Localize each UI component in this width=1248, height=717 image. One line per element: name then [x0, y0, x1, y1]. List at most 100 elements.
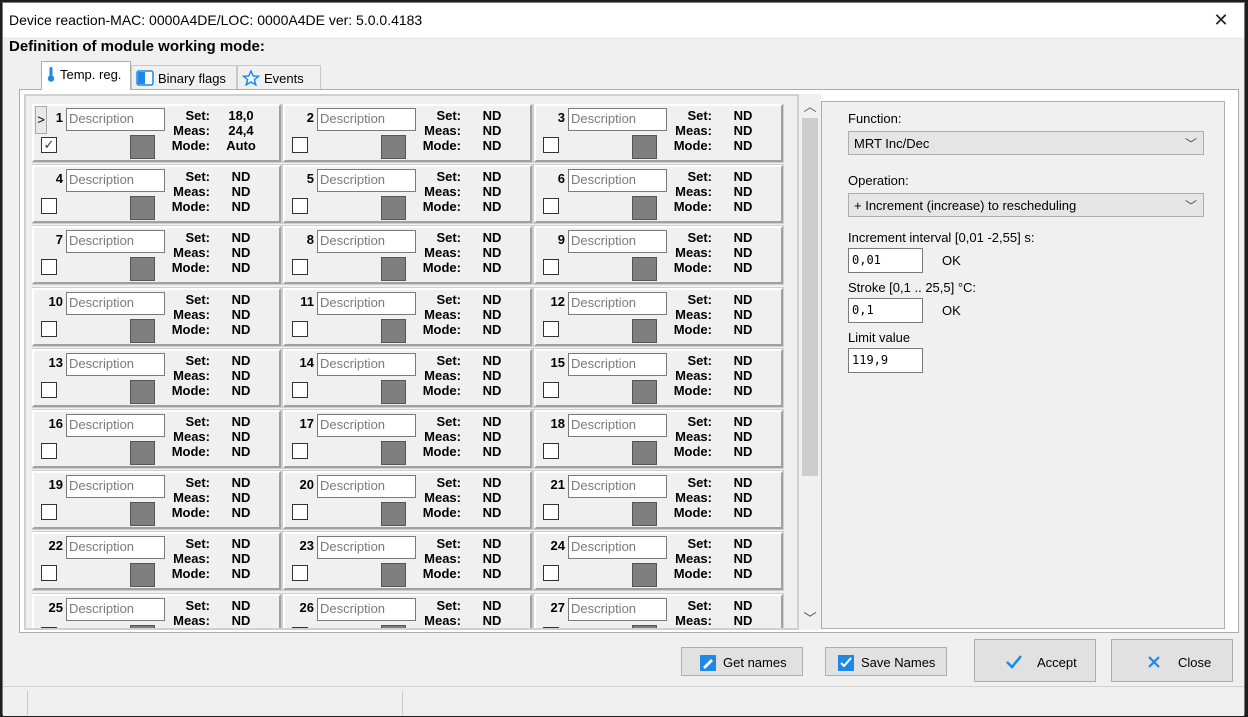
scroll-thumb[interactable]	[802, 118, 818, 476]
description-input[interactable]: Description	[317, 597, 416, 621]
description-input[interactable]: Description	[317, 230, 416, 254]
cell-checkbox[interactable]	[292, 381, 308, 398]
accept-button[interactable]: Accept	[974, 639, 1096, 682]
status-color-swatch[interactable]	[130, 318, 155, 343]
get-names-button[interactable]: Get names	[681, 647, 803, 676]
cell-checkbox[interactable]	[41, 381, 57, 398]
description-input[interactable]: Description	[66, 291, 165, 315]
description-input[interactable]: Description	[568, 597, 667, 621]
cell-checkbox[interactable]	[543, 565, 559, 582]
cell-checkbox[interactable]	[292, 565, 308, 582]
cell-checkbox[interactable]	[543, 259, 559, 276]
status-color-swatch[interactable]	[130, 135, 155, 159]
close-button[interactable]: Close	[1111, 639, 1233, 682]
cell-checkbox[interactable]	[292, 320, 308, 337]
cell-checkbox[interactable]	[543, 320, 559, 337]
description-input[interactable]: Description	[317, 169, 416, 193]
cell-checkbox[interactable]	[41, 259, 57, 276]
cell-checkbox[interactable]	[41, 443, 57, 459]
description-input[interactable]: Description	[568, 169, 667, 193]
mode-label: Mode:	[422, 382, 461, 398]
cell-checkbox[interactable]	[543, 198, 559, 215]
cell-checkbox[interactable]	[292, 259, 308, 276]
status-color-swatch[interactable]	[632, 257, 657, 282]
description-input[interactable]: Description	[317, 536, 416, 560]
operation-select[interactable]: + Increment (increase) to rescheduling ﹀	[848, 193, 1204, 217]
status-color-swatch[interactable]	[381, 379, 406, 404]
scroll-down-icon[interactable]: ﹀	[799, 608, 821, 628]
cell-checkbox[interactable]	[292, 137, 308, 153]
description-input[interactable]: Description	[66, 230, 165, 254]
description-input[interactable]: Description	[317, 352, 416, 376]
status-color-swatch[interactable]	[632, 135, 657, 159]
description-input[interactable]: Description	[66, 108, 165, 131]
cell-checkbox[interactable]	[41, 504, 57, 521]
cell-checkbox[interactable]	[292, 504, 308, 521]
cell-checkbox[interactable]	[292, 626, 308, 628]
description-input[interactable]: Description	[568, 291, 667, 315]
status-color-swatch[interactable]	[632, 441, 657, 465]
status-color-swatch[interactable]	[381, 318, 406, 343]
description-input[interactable]: Description	[568, 536, 667, 560]
cell-checkbox[interactable]	[543, 137, 559, 153]
cell-checkbox[interactable]	[41, 320, 57, 337]
status-color-swatch[interactable]	[632, 563, 657, 588]
cell-checkbox[interactable]	[543, 381, 559, 398]
description-input[interactable]: Description	[568, 475, 667, 499]
cell-checkbox[interactable]	[41, 565, 57, 582]
close-window-icon[interactable]: ✕	[1206, 7, 1236, 33]
tab-binary-flags[interactable]: Binary flags	[131, 65, 237, 89]
description-input[interactable]: Description	[568, 352, 667, 376]
save-names-button[interactable]: Save Names	[825, 647, 947, 676]
description-input[interactable]: Description	[66, 414, 165, 437]
status-color-swatch[interactable]	[130, 379, 155, 404]
limit-input[interactable]: 119,9	[848, 348, 923, 373]
description-input[interactable]: Description	[66, 169, 165, 193]
description-input[interactable]: Description	[66, 475, 165, 499]
status-color-swatch[interactable]	[381, 563, 406, 588]
function-select[interactable]: MRT Inc/Dec ﹀	[848, 131, 1204, 155]
description-input[interactable]: Description	[568, 414, 667, 437]
description-input[interactable]: Description	[568, 230, 667, 254]
cell-checkbox[interactable]	[41, 198, 57, 215]
status-color-swatch[interactable]	[632, 196, 657, 221]
status-color-swatch[interactable]	[130, 441, 155, 465]
grid-scrollbar[interactable]: ︿ ﹀	[799, 94, 821, 630]
status-color-swatch[interactable]	[130, 563, 155, 588]
cell-checkbox[interactable]	[543, 443, 559, 459]
expand-arrow[interactable]: >	[35, 106, 47, 134]
cell-checkbox[interactable]	[292, 443, 308, 459]
cell-checkbox[interactable]	[41, 626, 57, 628]
status-color-swatch[interactable]	[381, 257, 406, 282]
cell-checkbox[interactable]	[543, 626, 559, 628]
description-input[interactable]: Description	[317, 291, 416, 315]
status-color-swatch[interactable]	[130, 196, 155, 221]
tab-events[interactable]: Events	[237, 65, 321, 89]
status-color-swatch[interactable]	[130, 257, 155, 282]
status-color-swatch[interactable]	[632, 318, 657, 343]
status-color-swatch[interactable]	[632, 624, 657, 628]
scroll-up-icon[interactable]: ︿	[799, 96, 821, 116]
description-input[interactable]: Description	[317, 108, 416, 131]
cell-checkbox[interactable]	[292, 198, 308, 215]
status-color-swatch[interactable]	[632, 379, 657, 404]
description-input[interactable]: Description	[568, 108, 667, 131]
status-color-swatch[interactable]	[381, 624, 406, 628]
status-color-swatch[interactable]	[381, 502, 406, 527]
stroke-input[interactable]: 0,1	[848, 298, 923, 323]
description-input[interactable]: Description	[66, 352, 165, 376]
status-color-swatch[interactable]	[381, 441, 406, 465]
status-color-swatch[interactable]	[632, 502, 657, 527]
status-color-swatch[interactable]	[381, 196, 406, 221]
status-color-swatch[interactable]	[130, 502, 155, 527]
description-input[interactable]: Description	[66, 597, 165, 621]
tab-temp-reg[interactable]: Temp. reg.	[41, 61, 131, 90]
description-input[interactable]: Description	[317, 414, 416, 437]
description-input[interactable]: Description	[66, 536, 165, 560]
increment-input[interactable]: 0,01	[848, 248, 923, 273]
description-input[interactable]: Description	[317, 475, 416, 499]
status-color-swatch[interactable]	[381, 135, 406, 159]
cell-checkbox[interactable]	[543, 504, 559, 521]
cell-checkbox[interactable]: ✓	[41, 137, 57, 153]
status-color-swatch[interactable]	[130, 624, 155, 628]
